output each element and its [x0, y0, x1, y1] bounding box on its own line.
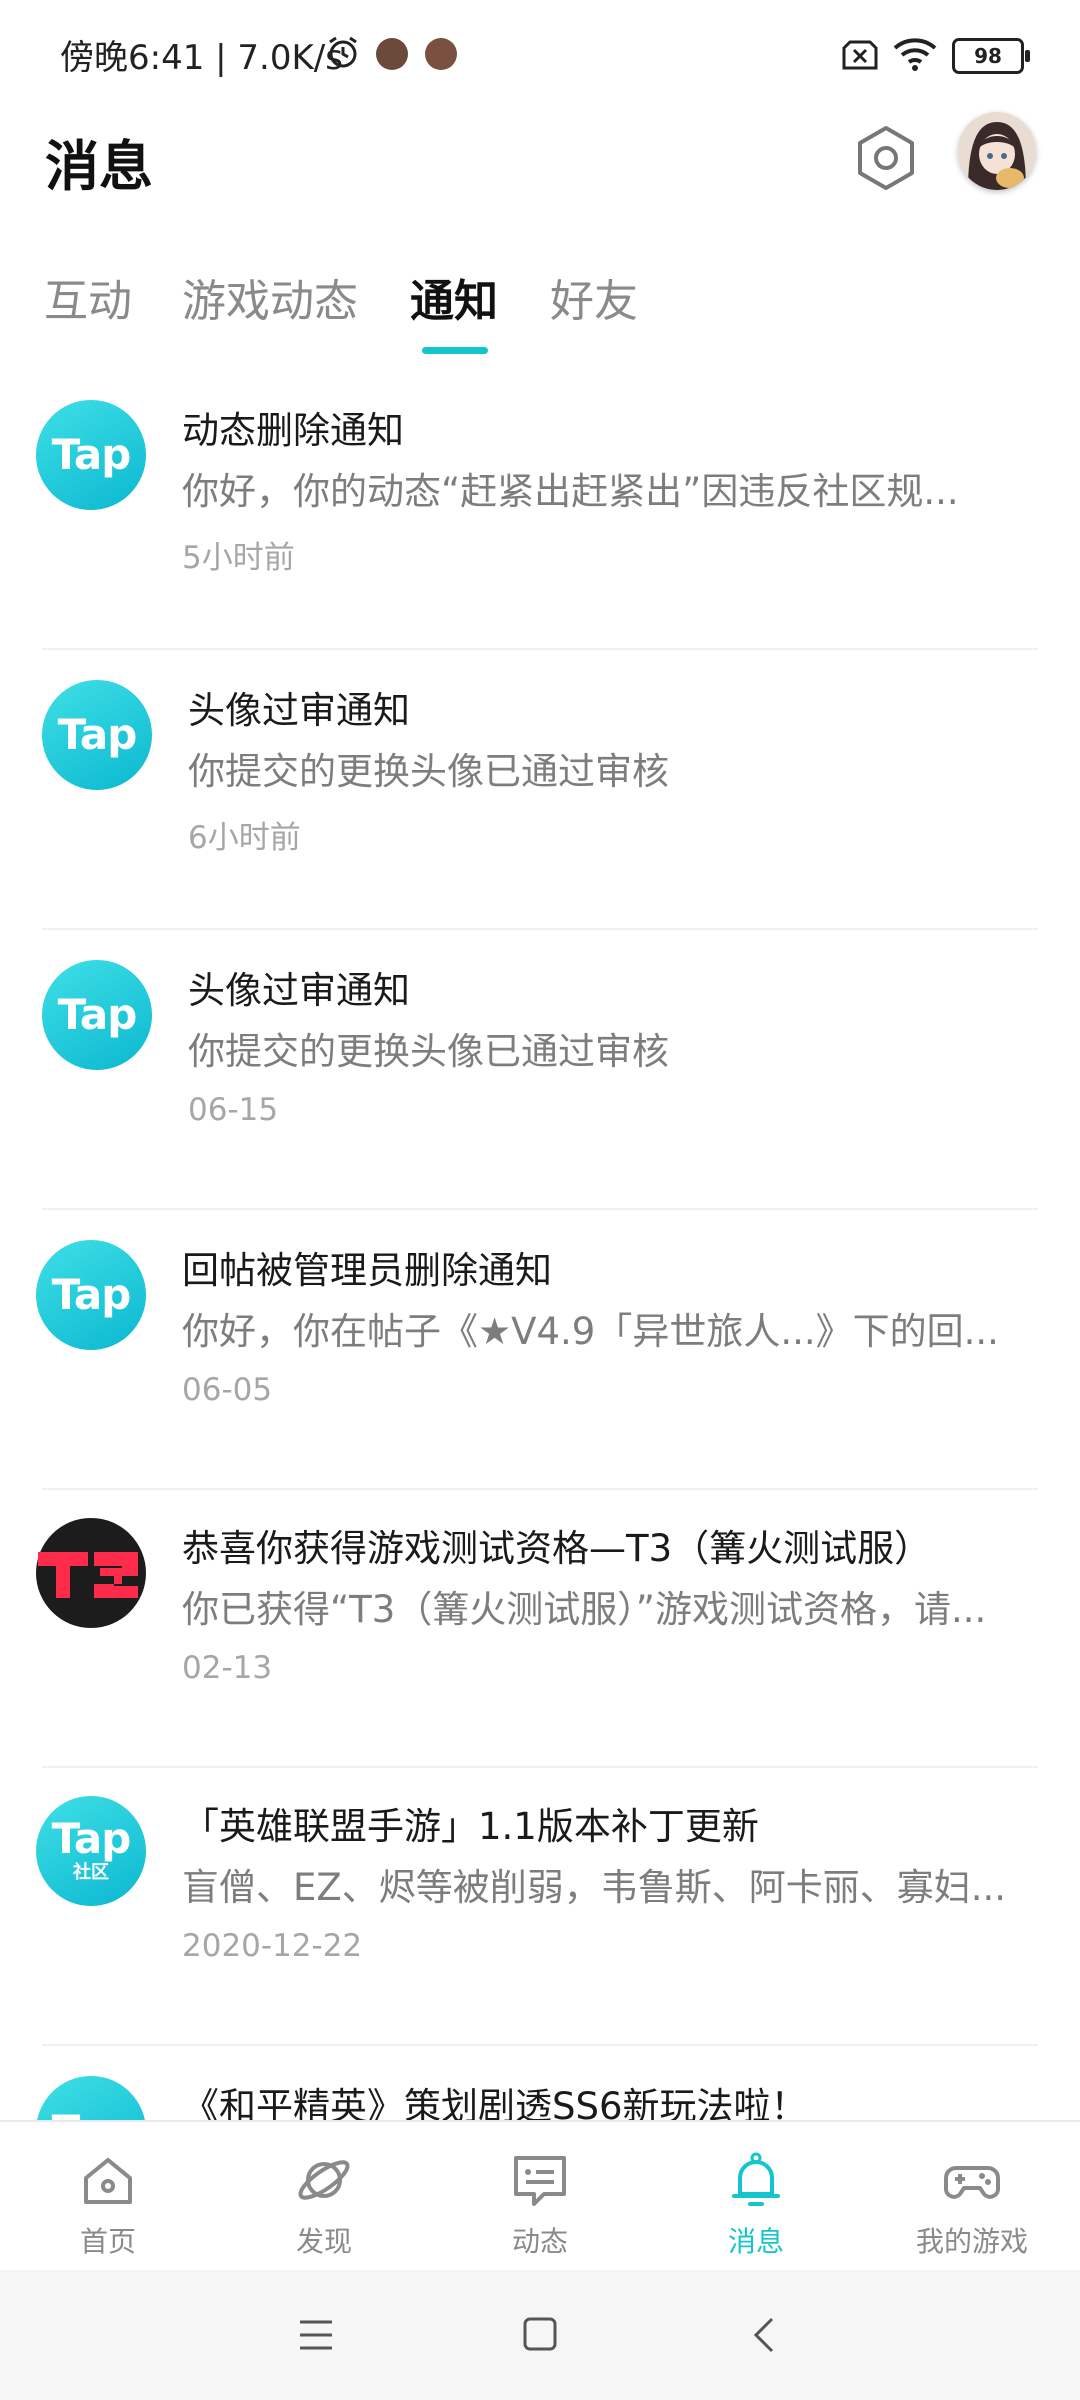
notification-desc: 你提交的更换头像已通过审核	[188, 1030, 669, 1073]
notification-desc: 盲僧、EZ、烬等被削弱，韦鲁斯、阿卡丽、寡妇...	[182, 1866, 1007, 1909]
status-bar: 傍晚6:41 | 7.0K/s 98	[0, 0, 1080, 110]
tap-logo-icon: Tap	[36, 400, 146, 510]
nav-label: 动态	[511, 2225, 568, 2258]
list-item[interactable]: 恭喜你获得游戏测试资格—T3（篝火测试服） 你已获得“T3（篝火测试服）”游戏测…	[0, 1488, 1080, 1768]
notification-desc: 你提交的更换头像已通过审核	[188, 750, 669, 793]
tap-community-logo-icon: Tap 社区	[36, 1796, 146, 1906]
icon-text: Tap	[52, 2110, 132, 2121]
nav-discover[interactable]: 发现	[216, 2122, 432, 2272]
nav-label: 我的游戏	[915, 2225, 1028, 2258]
notification-desc: 你好，你的动态“赶紧出赶紧出”因违反社区规...	[182, 470, 959, 513]
notification-time: 2020-12-22	[182, 1928, 363, 1964]
list-item[interactable]: Tap 头像过审通知 你提交的更换头像已通过审核 06-15	[0, 930, 1080, 1210]
tap-logo-icon: Tap	[36, 2076, 146, 2120]
list-item[interactable]: Tap 头像过审通知 你提交的更换头像已通过审核 6小时前	[0, 650, 1080, 930]
icon-subtext: 社区	[73, 1862, 109, 1883]
nav-feed[interactable]: 动态	[432, 2122, 648, 2272]
battery-icon: 98	[952, 38, 1030, 74]
icon-text: Tap	[51, 1270, 132, 1319]
nav-label: 消息	[727, 2225, 784, 2258]
tab-notifications[interactable]: 通知	[410, 265, 498, 329]
back-icon[interactable]	[752, 2316, 776, 2354]
notification-title: 头像过审通知	[188, 689, 410, 732]
tap-logo-icon: Tap	[42, 680, 152, 790]
list-item[interactable]: Tap 动态删除通知 你好，你的动态“赶紧出赶紧出”因违反社区规... 5小时前	[0, 370, 1080, 650]
system-nav-bar	[0, 2270, 1080, 2400]
nav-label: 首页	[79, 2225, 136, 2258]
home-square-icon[interactable]	[522, 2316, 558, 2352]
notification-title: 恭喜你获得游戏测试资格—T3（篝火测试服）	[182, 1527, 932, 1570]
icon-text: Tap	[51, 430, 132, 479]
nav-home[interactable]: 首页	[0, 2122, 216, 2272]
notification-title: 头像过审通知	[188, 969, 410, 1012]
hexagon-settings-icon[interactable]	[852, 124, 920, 192]
notification-desc: 你好，你在帖子《★V4.9「异世旅人...》下的回...	[182, 1310, 999, 1353]
notification-title: 《和平精英》策划剧透SS6新玩法啦！	[182, 2085, 808, 2120]
sim-x-icon	[842, 40, 878, 70]
tap-logo-icon: Tap	[36, 1240, 146, 1350]
notification-title: 「英雄联盟手游」1.1版本补丁更新	[182, 1805, 759, 1848]
bottom-nav: 首页 发现 动态 消息 我的游戏	[0, 2120, 1080, 2272]
icon-text: Tap	[57, 710, 138, 759]
tab-game-updates[interactable]: 游戏动态	[182, 265, 358, 329]
nav-label: 发现	[295, 2225, 352, 2258]
list-item[interactable]: Tap 回帖被管理员删除通知 你好，你在帖子《★V4.9「异世旅人...》下的回…	[0, 1210, 1080, 1490]
user-avatar[interactable]	[958, 112, 1036, 190]
icon-text: Tap	[51, 1814, 132, 1863]
tab-interaction[interactable]: 互动	[44, 265, 132, 329]
app-avatar-icon	[376, 38, 408, 70]
active-tab-indicator	[422, 347, 488, 354]
home-icon	[84, 2158, 132, 2204]
avatar-image	[958, 112, 1036, 190]
message-card-icon	[514, 2156, 566, 2206]
icon-text: Tap	[57, 990, 138, 1039]
notification-time: 06-15	[188, 1092, 279, 1128]
notification-desc: 你已获得“T3（篝火测试服）”游戏测试资格，请...	[182, 1588, 987, 1631]
alarm-icon	[329, 36, 357, 68]
notification-time: 6小时前	[188, 820, 301, 856]
gamepad-icon	[944, 2166, 1000, 2199]
status-time-speed: 傍晚6:41 | 7.0K/s	[60, 38, 343, 78]
notification-time: 06-05	[182, 1372, 273, 1408]
nav-my-games[interactable]: 我的游戏	[864, 2122, 1080, 2272]
menu-icon[interactable]	[298, 2318, 334, 2352]
t3-logo-icon	[36, 1518, 146, 1628]
app-avatar-icon	[425, 38, 457, 70]
planet-icon	[298, 2160, 350, 2200]
list-item[interactable]: Tap 《和平精英》策划剧透SS6新玩法啦！	[0, 2046, 1080, 2120]
nav-messages[interactable]: 消息	[648, 2122, 864, 2272]
t3-logo-mark	[38, 1552, 138, 1598]
notification-time: 02-13	[182, 1650, 273, 1686]
wifi-icon	[893, 38, 937, 71]
notification-time: 5小时前	[182, 540, 295, 576]
notification-title: 回帖被管理员删除通知	[182, 1249, 552, 1292]
tap-logo-icon: Tap	[42, 960, 152, 1070]
page-title: 消息	[45, 135, 153, 198]
notification-title: 动态删除通知	[182, 409, 404, 452]
tab-friends[interactable]: 好友	[550, 265, 638, 329]
bell-icon	[732, 2152, 780, 2206]
list-item[interactable]: Tap 社区 「英雄联盟手游」1.1版本补丁更新 盲僧、EZ、烬等被削弱，韦鲁斯…	[0, 1766, 1080, 2046]
